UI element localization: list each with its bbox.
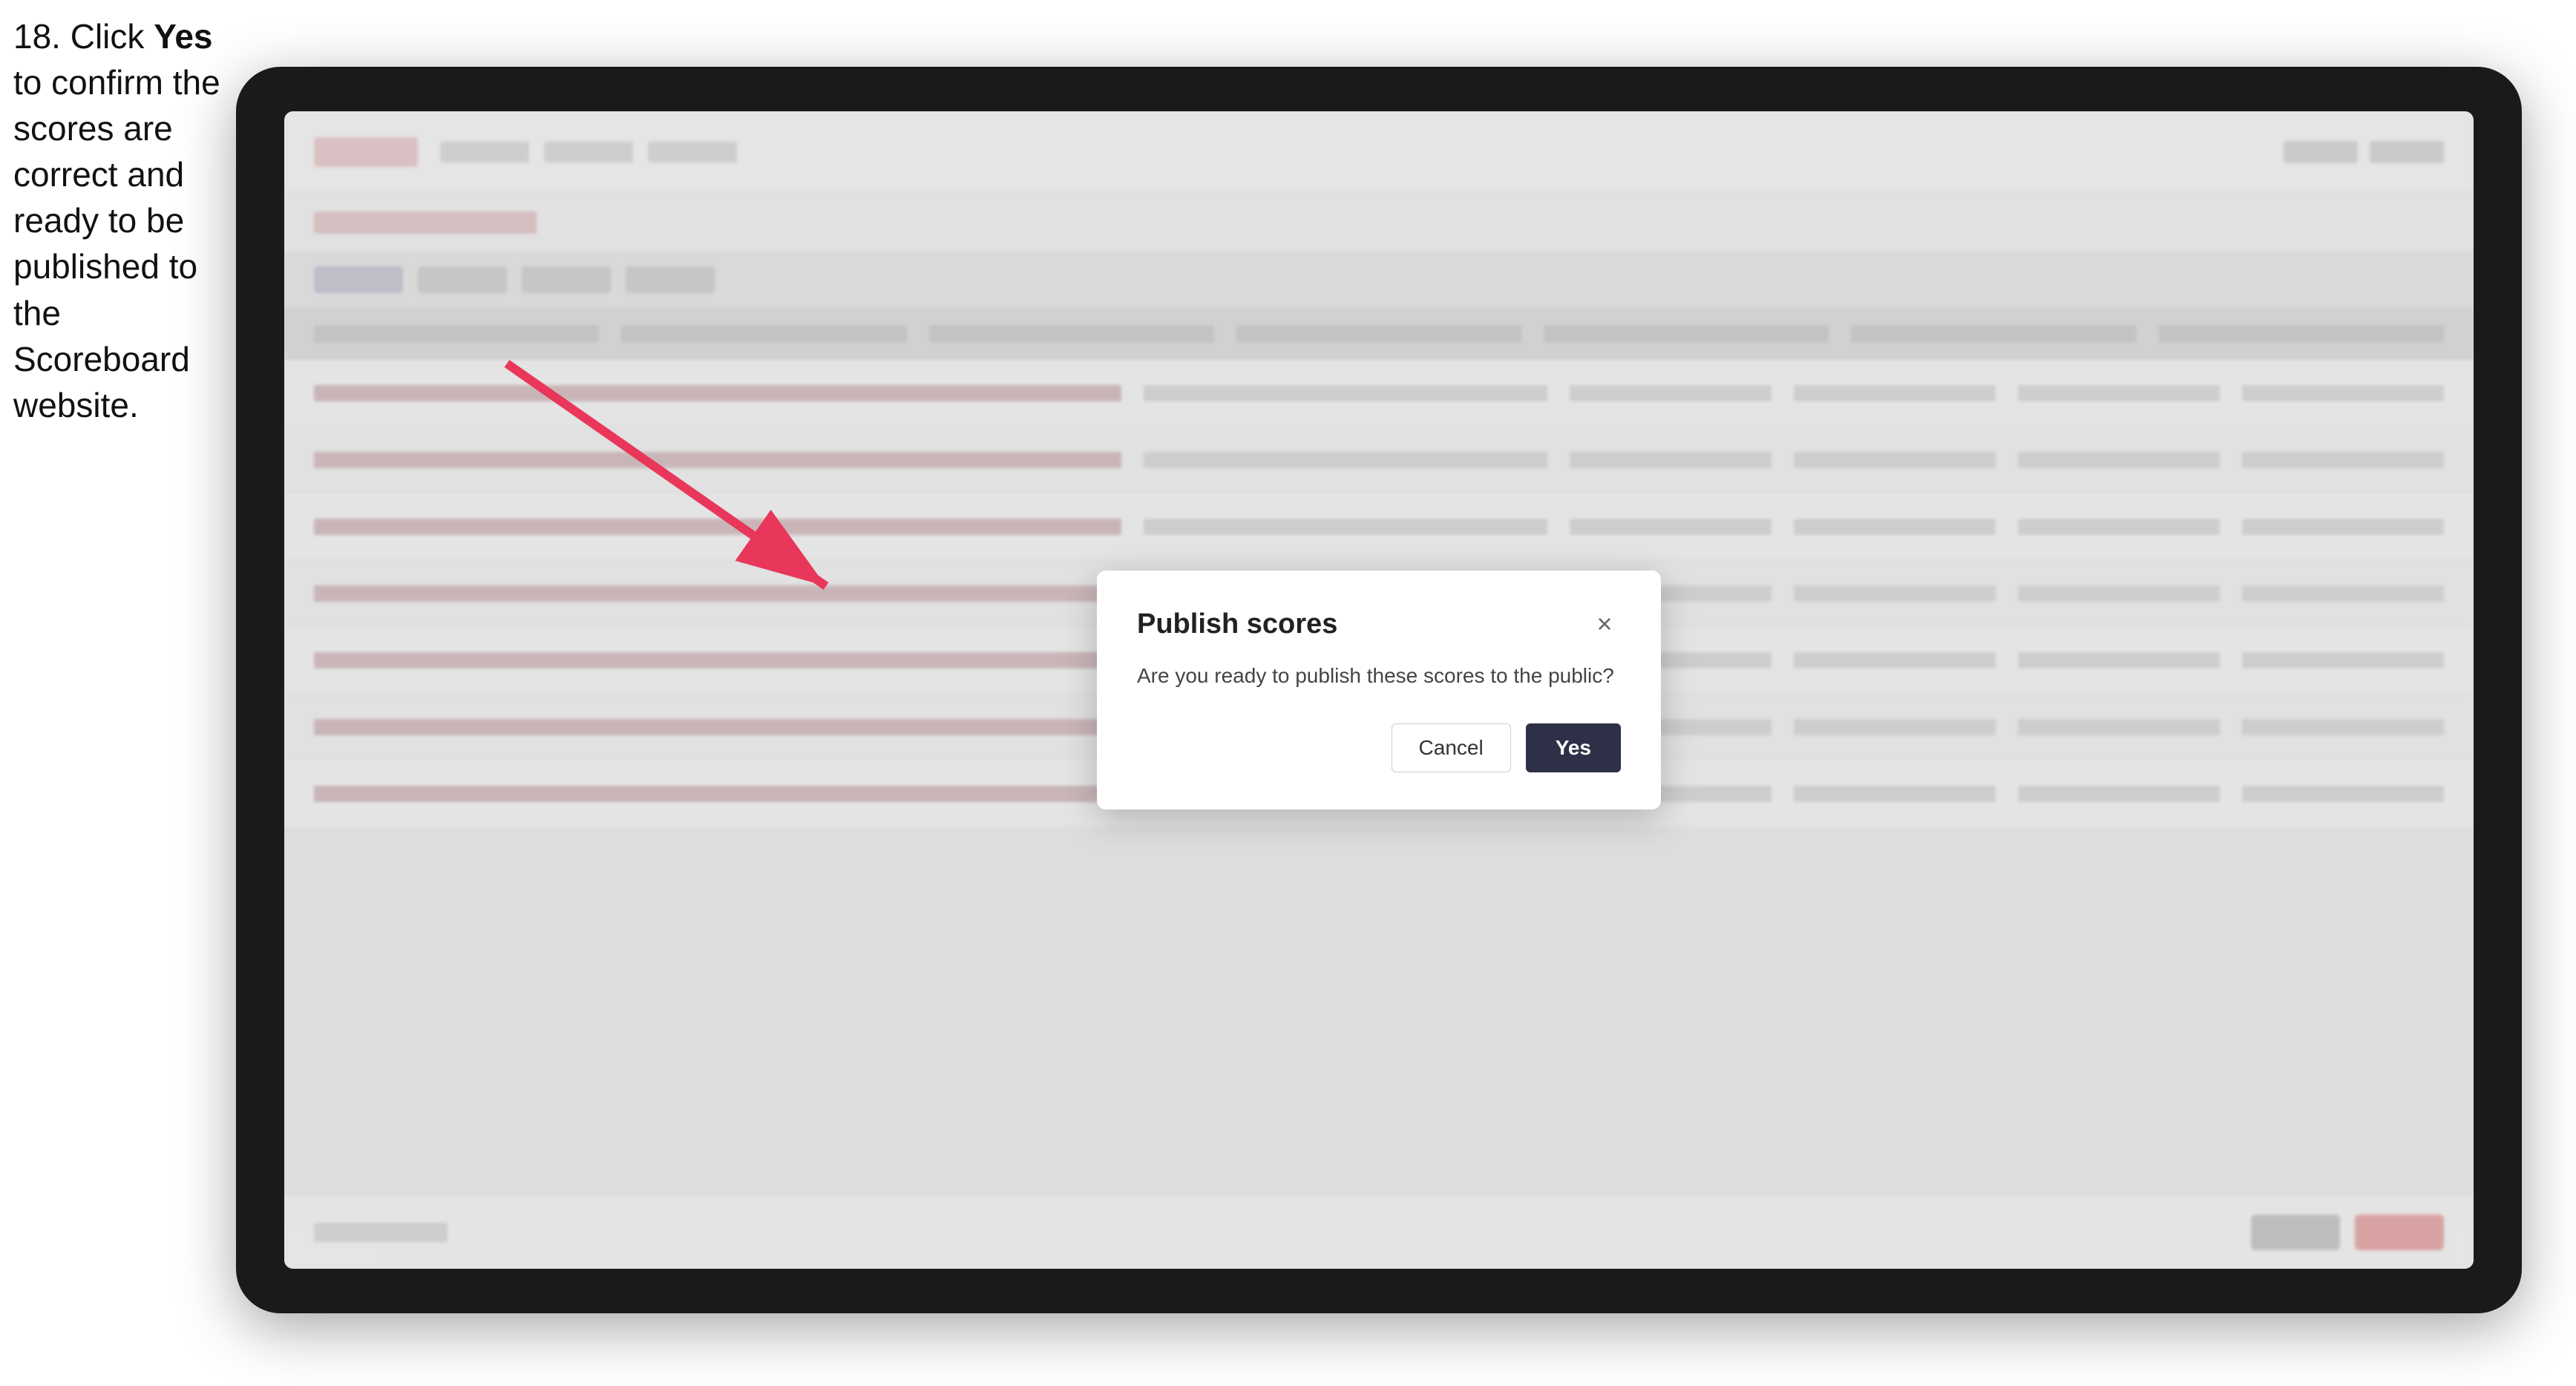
modal-title: Publish scores bbox=[1137, 608, 1337, 640]
instruction-suffix: to confirm the scores are correct and re… bbox=[13, 63, 220, 424]
modal-footer: Cancel Yes bbox=[1137, 723, 1621, 772]
cancel-button[interactable]: Cancel bbox=[1392, 723, 1511, 772]
modal-overlay: Publish scores × Are you ready to publis… bbox=[284, 111, 2474, 1269]
yes-button[interactable]: Yes bbox=[1526, 723, 1621, 772]
tablet-device: Publish scores × Are you ready to publis… bbox=[236, 67, 2522, 1313]
step-number: 18. bbox=[13, 17, 61, 56]
bold-yes: Yes bbox=[154, 17, 212, 56]
instruction-text: 18. Click Yes to confirm the scores are … bbox=[13, 13, 229, 428]
modal-close-button[interactable]: × bbox=[1588, 608, 1621, 640]
modal-body-text: Are you ready to publish these scores to… bbox=[1137, 661, 1621, 690]
tablet-screen: Publish scores × Are you ready to publis… bbox=[284, 111, 2474, 1269]
instruction-prefix: Click bbox=[71, 17, 154, 56]
modal-header: Publish scores × bbox=[1137, 608, 1621, 640]
instruction-arrow bbox=[470, 319, 989, 690]
publish-scores-modal: Publish scores × Are you ready to publis… bbox=[1097, 571, 1661, 809]
